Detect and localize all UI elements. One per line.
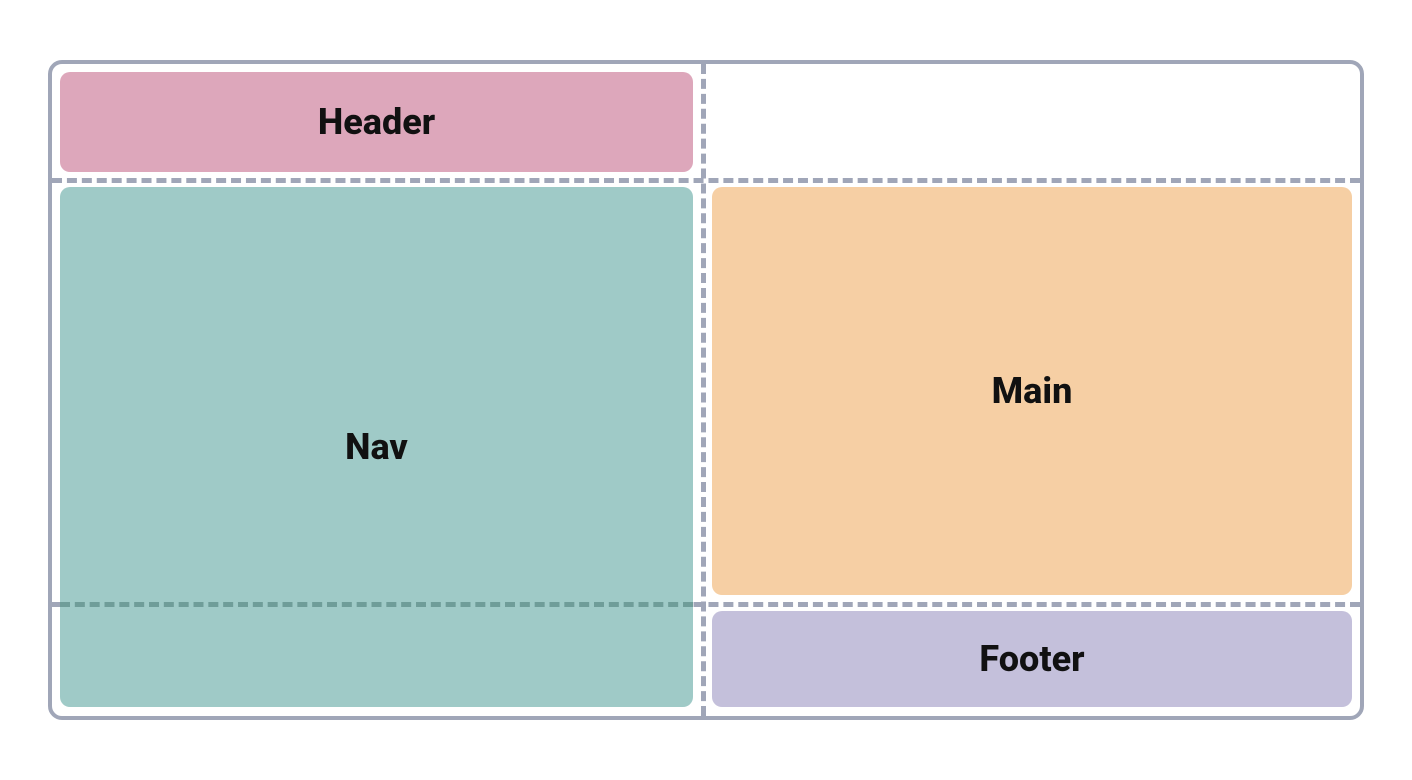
footer-label: Footer [979, 638, 1084, 680]
nav-region: Nav [60, 187, 693, 707]
main-label: Main [992, 370, 1073, 412]
nav-label: Nav [345, 426, 408, 468]
footer-region: Footer [712, 611, 1352, 707]
main-region: Main [712, 187, 1352, 595]
header-label: Header [318, 101, 435, 143]
grid-line-horizontal-1 [52, 178, 1360, 183]
nav-overflow-dash [60, 602, 693, 607]
header-region: Header [60, 72, 693, 172]
grid-layout-diagram: Header Nav Main Footer [48, 60, 1364, 720]
grid-line-vertical [701, 64, 706, 716]
